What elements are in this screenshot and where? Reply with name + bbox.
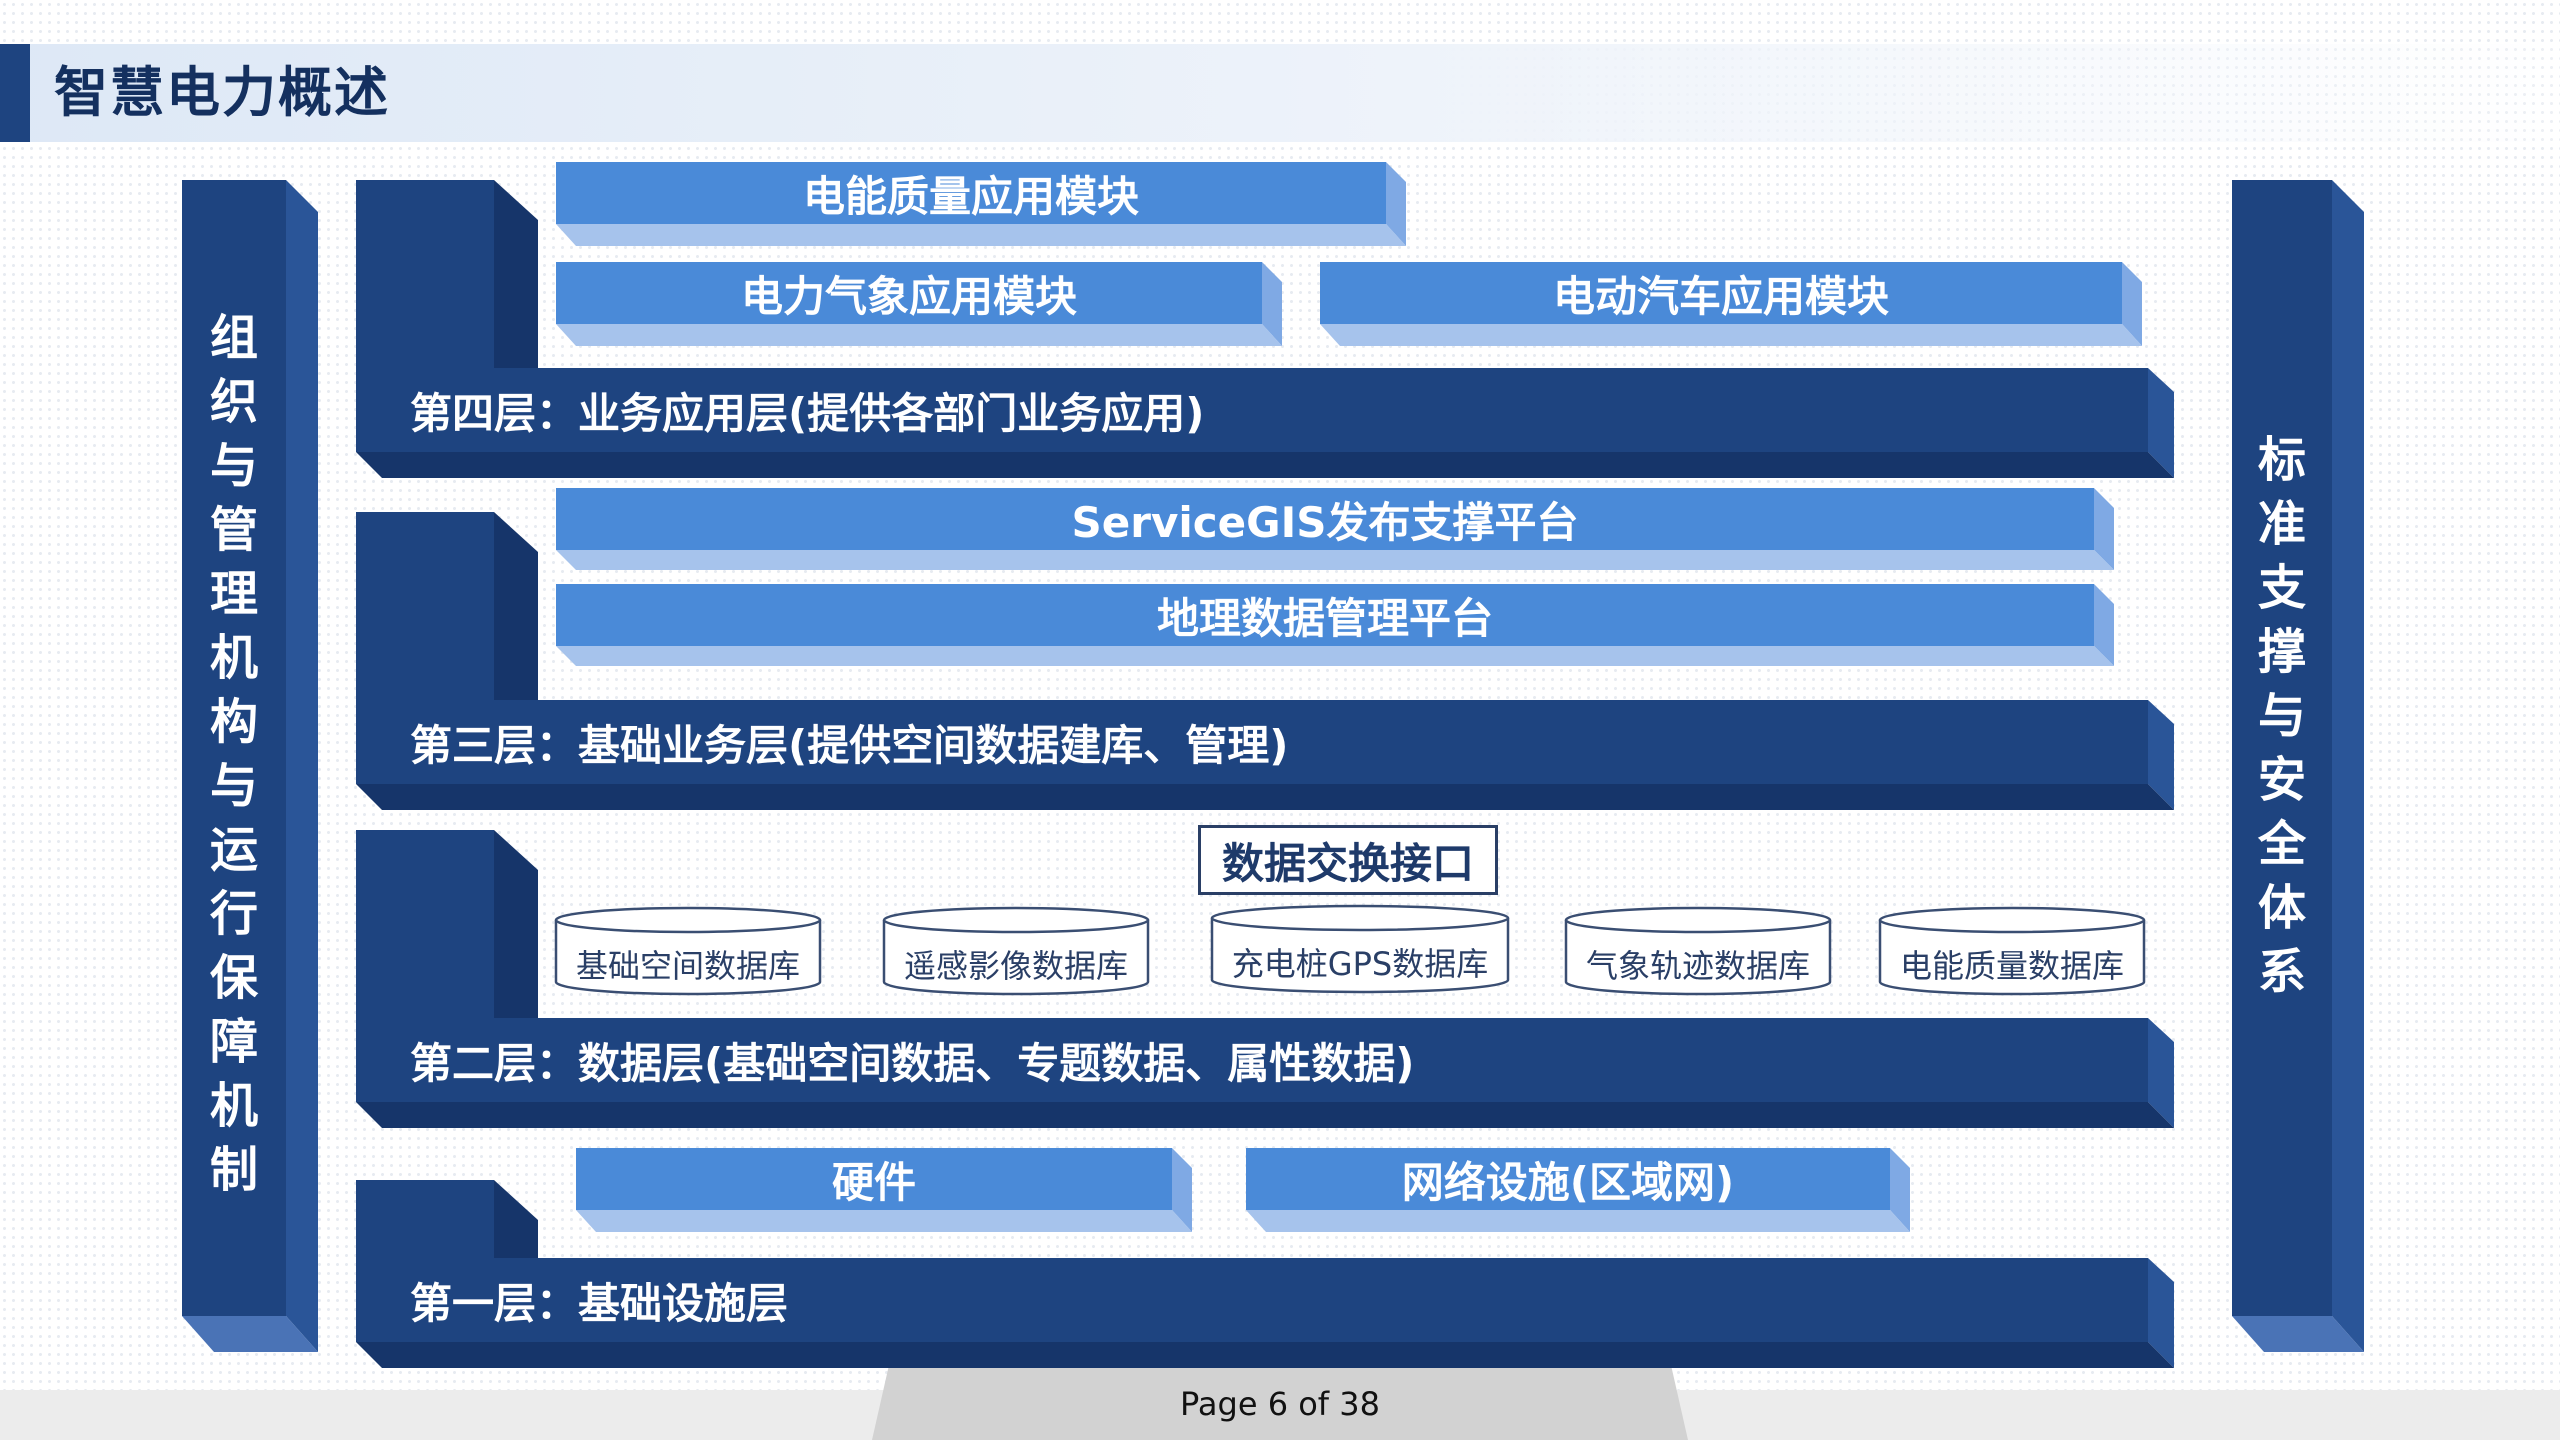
layer3-module-servicegis: ServiceGIS发布支撑平台 bbox=[1071, 497, 1579, 547]
database-cylinder: 电能质量数据库 bbox=[1878, 906, 2146, 996]
database-cylinder: 充电桩GPS数据库 bbox=[1210, 904, 1510, 994]
layer3-label: 第三层：基础业务层(提供空间数据建库、管理) bbox=[410, 720, 1289, 770]
layer2-tower bbox=[356, 830, 538, 1022]
database-cylinder: 遥感影像数据库 bbox=[882, 906, 1150, 996]
page-title: 智慧电力概述 bbox=[54, 61, 390, 124]
database-cylinder: 气象轨迹数据库 bbox=[1564, 906, 1832, 996]
title-accent bbox=[0, 44, 30, 142]
layer3-module-geo-data: 地理数据管理平台 bbox=[1156, 593, 1493, 643]
layer4-module-ev: 电动汽车应用模块 bbox=[1552, 271, 1889, 321]
database-label: 电能质量数据库 bbox=[1899, 947, 2124, 985]
layer1-module-network: 网络设施(区域网) bbox=[1401, 1157, 1735, 1207]
layer1-label: 第一层：基础设施层 bbox=[410, 1278, 789, 1328]
layer2-label: 第二层：数据层(基础空间数据、专题数据、属性数据) bbox=[410, 1038, 1415, 1088]
layer4-module-power-quality: 电能质量应用模块 bbox=[802, 171, 1139, 221]
layer4-module-weather: 电力气象应用模块 bbox=[740, 271, 1077, 321]
data-exchange-interface: 数据交换接口 bbox=[1198, 825, 1498, 895]
layer1-module-hardware: 硬件 bbox=[831, 1157, 916, 1207]
database-label: 充电桩GPS数据库 bbox=[1231, 945, 1489, 983]
database-label: 遥感影像数据库 bbox=[903, 947, 1128, 985]
layer4-tower bbox=[356, 180, 538, 370]
left-pillar-text: 组织与管理机构与运行保障机制 bbox=[209, 310, 258, 1198]
database-label: 基础空间数据库 bbox=[575, 947, 800, 985]
layer3-tower bbox=[356, 512, 538, 704]
page-number: Page 6 of 38 bbox=[1180, 1385, 1380, 1423]
layer4-label: 第四层：业务应用层(提供各部门业务应用) bbox=[410, 388, 1205, 438]
right-pillar-text: 标准支撑与安全体系 bbox=[2257, 432, 2306, 1000]
database-cylinder: 基础空间数据库 bbox=[554, 906, 822, 996]
database-label: 气象轨迹数据库 bbox=[1585, 947, 1810, 985]
layer1-tower bbox=[356, 1180, 538, 1260]
